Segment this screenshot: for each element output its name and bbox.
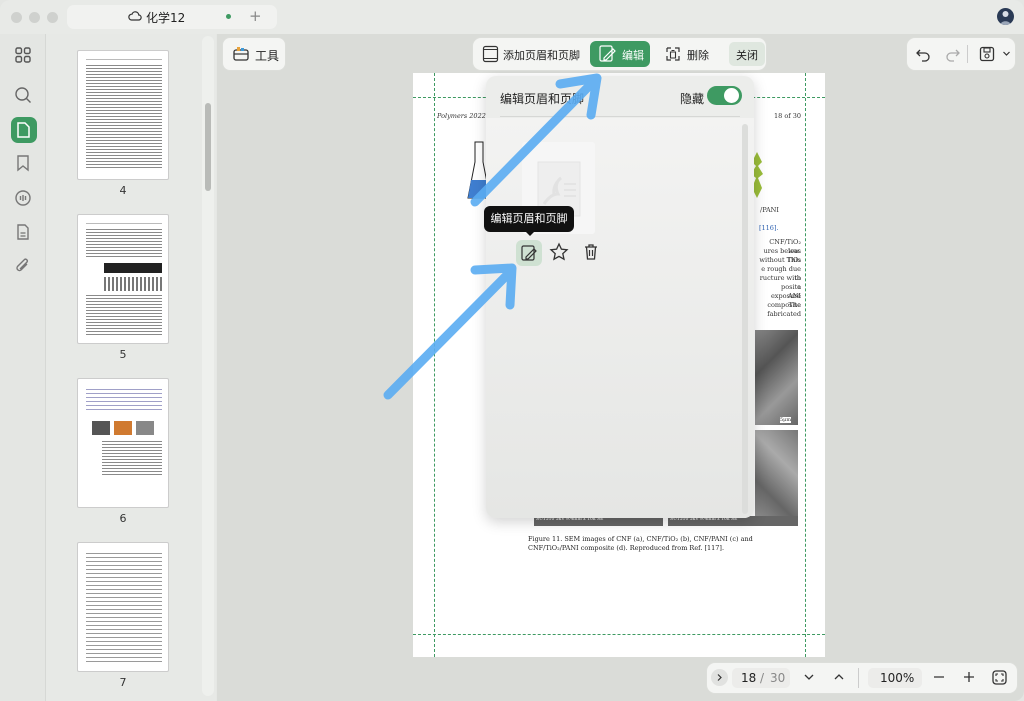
edit-tooltip: 编辑页眉和页脚 <box>484 206 574 232</box>
app-window: 化学12 + 4 5 6 7 工具 Polymers 2022, 14, 4 1… <box>0 0 1024 701</box>
nav-divider <box>858 668 859 688</box>
thumbnail-label: 5 <box>119 348 127 361</box>
delete-button[interactable]: 删除 <box>687 47 709 63</box>
fit-page-icon[interactable] <box>991 669 1008 686</box>
document-icon[interactable] <box>13 222 33 242</box>
close-window-button[interactable] <box>11 12 22 23</box>
total-pages: 30 <box>770 671 786 685</box>
popup-title: 编辑页眉和页脚 <box>500 92 585 106</box>
thumbnail-label: 6 <box>119 512 127 525</box>
edit-icon <box>599 45 616 62</box>
reference-116: [116]. <box>759 224 779 232</box>
hide-label: 隐藏 <box>680 92 705 106</box>
right-margin-line <box>805 73 806 657</box>
grid-icon[interactable] <box>13 45 33 65</box>
edit-icon <box>521 245 537 261</box>
thumbnail-label: 7 <box>119 676 127 689</box>
page-thumbnail[interactable] <box>77 214 169 344</box>
minimize-window-button[interactable] <box>29 12 40 23</box>
attachment-icon[interactable] <box>13 256 33 276</box>
chevron-down-icon[interactable] <box>802 670 816 684</box>
page-separator: / <box>760 671 765 685</box>
save-icon[interactable] <box>978 45 996 63</box>
popup-divider <box>500 116 740 117</box>
zoom-out-icon[interactable] <box>932 670 946 684</box>
trash-icon[interactable] <box>581 242 601 262</box>
figure-caption: Figure 11. SEM images of CNF (a), CNF/Ti… <box>528 535 753 552</box>
page-header-right: 18 of 30 <box>774 112 801 120</box>
tooltip-arrow <box>525 231 535 236</box>
saved-status-dot <box>226 14 231 19</box>
current-page-input[interactable]: 18 <box>741 671 756 685</box>
header-footer-icon <box>482 45 499 63</box>
tools-label: 工具 <box>255 49 280 63</box>
body-line: The fabricated <box>767 301 801 318</box>
star-icon[interactable] <box>549 242 569 262</box>
avatar[interactable] <box>997 8 1014 25</box>
figure-label-pani: /PANI <box>760 206 779 214</box>
page-thumbnail[interactable] <box>77 378 169 508</box>
page-thumbnail[interactable] <box>77 542 169 672</box>
close-label: 关闭 <box>736 49 758 62</box>
sem-image <box>755 330 798 425</box>
toggle-knob <box>724 88 739 103</box>
add-header-footer-button[interactable]: 添加页眉和页脚 <box>503 47 580 63</box>
bookmark-icon[interactable] <box>13 153 33 173</box>
cloud-icon <box>128 11 142 21</box>
new-tab-button[interactable]: + <box>249 8 262 24</box>
chevron-up-icon[interactable] <box>832 670 846 684</box>
zoom-level[interactable]: 100% <box>880 671 914 685</box>
zoom-window-button[interactable] <box>47 12 58 23</box>
left-margin-line <box>434 73 435 657</box>
edit-label: 编辑 <box>622 49 644 62</box>
sem-image <box>755 430 798 526</box>
scroll-thumb[interactable] <box>205 103 211 191</box>
popup-scrollbar[interactable] <box>742 124 748 514</box>
chevron-right-icon <box>717 674 722 681</box>
body-line: without TiO₂ <box>759 256 801 264</box>
zoom-in-icon[interactable] <box>962 670 976 684</box>
footer-boundary-line <box>413 634 825 635</box>
chevron-down-icon[interactable] <box>1002 49 1011 58</box>
delete-doc-icon <box>666 47 680 61</box>
page-thumbnail[interactable] <box>77 50 169 180</box>
scale-label: 5μm <box>780 417 792 423</box>
page-icon <box>17 122 30 138</box>
undo-icon[interactable] <box>914 45 932 63</box>
toolbar-divider <box>967 45 968 63</box>
thumbnail-label: 4 <box>119 184 127 197</box>
toolbox-icon <box>233 47 249 61</box>
tab-title: 化学12 <box>146 11 186 25</box>
search-icon[interactable] <box>13 85 33 105</box>
redo-icon[interactable] <box>944 45 962 63</box>
comment-icon[interactable] <box>13 188 33 208</box>
